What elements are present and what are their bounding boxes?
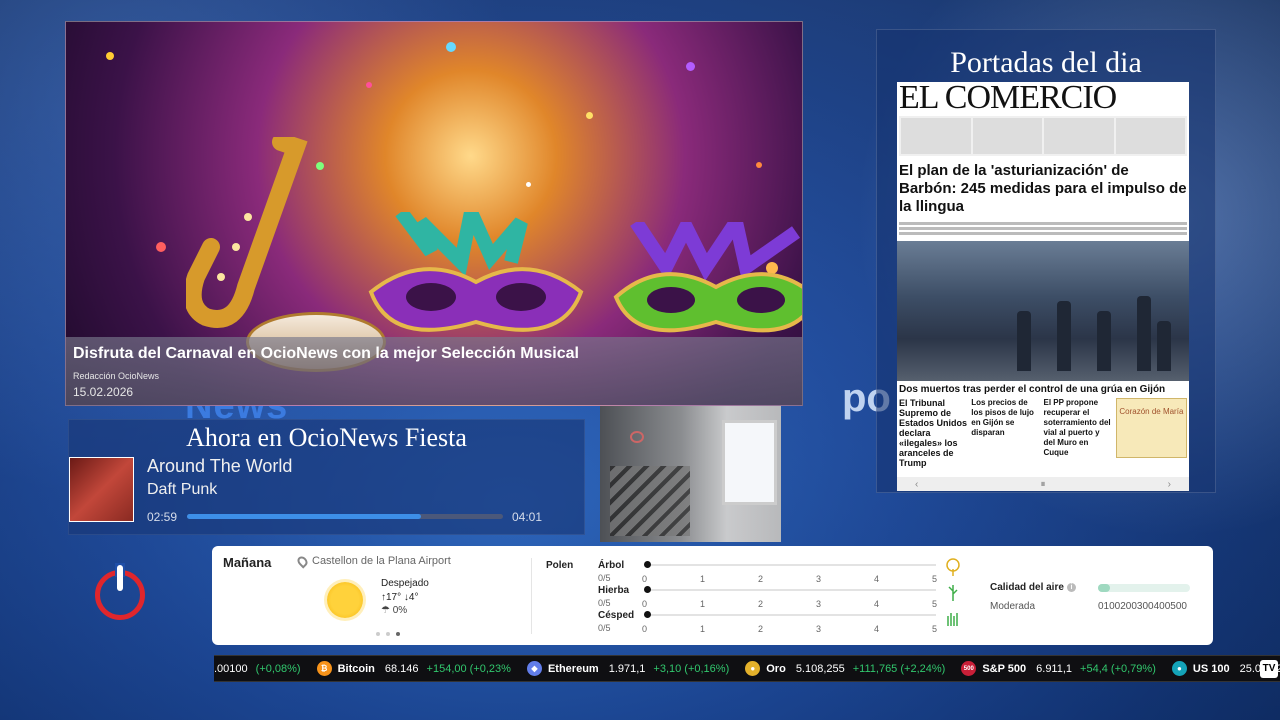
location-pin-icon bbox=[295, 553, 310, 569]
newspaper-nav: ‹ ⏸ › bbox=[897, 477, 1189, 491]
pollen-marker bbox=[644, 611, 651, 618]
newspaper-teasers bbox=[899, 116, 1187, 156]
pollen-label: Polen bbox=[546, 560, 574, 571]
pollen-track bbox=[646, 564, 936, 566]
pollen-value: 0/5 bbox=[598, 623, 611, 633]
track-artist: Daft Punk bbox=[147, 481, 218, 498]
pollen-row-grass: Hierba 0/5 012345 bbox=[598, 585, 958, 609]
newspaper-front-page[interactable]: EL COMERCIO El plan de la 'asturianizaci… bbox=[897, 82, 1189, 491]
now-playing-title: Ahora en OcioNews Fiesta bbox=[186, 423, 467, 452]
album-cover bbox=[69, 457, 134, 522]
hero-caption: Disfruta del Carnaval en OcioNews con la… bbox=[66, 337, 802, 405]
track-name: Around The World bbox=[147, 456, 293, 476]
us100-icon: ● bbox=[1171, 661, 1187, 676]
weather-widget: Mañana Castellon de la Plana Airport Des… bbox=[212, 546, 1213, 645]
pollen-name: Césped bbox=[598, 610, 635, 621]
camera-window bbox=[722, 420, 777, 505]
hero-date: 15.02.2026 bbox=[73, 385, 134, 399]
ticker-item-ethereum[interactable]: ◆ Ethereum 1.971,1 +3,10 (+0,16%) bbox=[526, 661, 729, 676]
tree-pollen-icon bbox=[946, 558, 960, 576]
purple-mask-illustration bbox=[368, 212, 584, 332]
camera-stairs bbox=[610, 466, 690, 536]
newspaper-ad: Corazón de María bbox=[1115, 398, 1187, 458]
newspaper-column-1: El Tribunal Supremo de Estados Unidos de… bbox=[899, 398, 968, 468]
prev-page-button[interactable]: ‹ bbox=[915, 479, 918, 490]
newspaper-columns: El Tribunal Supremo de Estados Unidos de… bbox=[897, 398, 1189, 468]
live-camera-feed[interactable] bbox=[600, 406, 781, 542]
front-pages-panel: Portadas del dia EL COMERCIO El plan de … bbox=[876, 29, 1216, 493]
next-page-button[interactable]: › bbox=[1168, 479, 1171, 490]
saxophone-illustration bbox=[186, 137, 308, 328]
rain-probability: ☂ 0% bbox=[381, 605, 408, 616]
market-ticker: .00100 (+0,08%) ₿ Bitcoin 68.146 +154,00… bbox=[214, 655, 1280, 682]
carousel-dots[interactable] bbox=[376, 632, 400, 636]
air-quality-bar bbox=[1098, 584, 1190, 592]
ticker-item[interactable]: .00100 (+0,08%) bbox=[214, 663, 301, 675]
tradingview-logo-icon[interactable]: TV bbox=[1260, 660, 1278, 678]
pollen-marker bbox=[644, 586, 651, 593]
ticker-item-gold[interactable]: ● Oro 5.108,255 +111,765 (+2,24%) bbox=[745, 661, 945, 676]
newspaper-photo bbox=[897, 241, 1189, 381]
pollen-value: 0/5 bbox=[598, 573, 611, 583]
newspaper-headline: El plan de la 'asturianización' de Barbó… bbox=[899, 162, 1187, 215]
weather-condition: Despejado bbox=[381, 578, 429, 589]
gold-icon: ● bbox=[745, 661, 761, 676]
pollen-row-tree: Árbol 0/5 012345 bbox=[598, 558, 960, 584]
pollen-row-lawn: Césped 0/5 012345 bbox=[598, 610, 958, 634]
ethereum-icon: ◆ bbox=[526, 661, 542, 676]
total-time: 04:01 bbox=[512, 510, 543, 524]
forecast-day: Mañana bbox=[223, 555, 272, 570]
hero-title[interactable]: Disfruta del Carnaval en OcioNews con la… bbox=[73, 345, 795, 363]
newspaper-column-2: Los precios de los pisos de lujo en Gijó… bbox=[971, 398, 1034, 437]
air-quality-label: Calidad del aire i bbox=[990, 582, 1076, 593]
hero-article[interactable]: Disfruta del Carnaval en OcioNews con la… bbox=[65, 21, 803, 406]
now-playing-panel: Ahora en OcioNews Fiesta Around The Worl… bbox=[68, 419, 585, 535]
pollen-track bbox=[646, 614, 936, 616]
pollen-marker bbox=[644, 561, 651, 568]
hero-author: Redacción OcioNews bbox=[73, 371, 160, 381]
newspaper-subheadline: Dos muertos tras perder el control de un… bbox=[899, 384, 1166, 395]
air-quality-fill bbox=[1098, 584, 1110, 592]
ticker-item-sp500[interactable]: 500 S&P 500 6.911,1 +54,4 (+0,79%) bbox=[961, 661, 1156, 676]
pollen-name: Hierba bbox=[598, 585, 630, 596]
air-quality-scale: 0100200300400500 bbox=[1098, 601, 1187, 612]
divider bbox=[531, 558, 532, 634]
progress-fill bbox=[187, 514, 421, 519]
pause-button[interactable]: ⏸ bbox=[1041, 479, 1046, 490]
pollen-name: Árbol bbox=[598, 560, 625, 571]
progress-bar[interactable] bbox=[187, 514, 503, 519]
camera-basketball-hoop bbox=[630, 431, 644, 443]
green-mask-illustration bbox=[613, 222, 802, 333]
location-name: Castellon de la Plana Airport bbox=[312, 555, 451, 567]
air-quality-value: Moderada bbox=[990, 601, 1036, 612]
pollen-track bbox=[646, 589, 936, 591]
sp500-icon: 500 bbox=[961, 661, 977, 676]
sun-icon bbox=[327, 582, 363, 618]
weather-location: Castellon de la Plana Airport bbox=[295, 553, 451, 569]
pollen-value: 0/5 bbox=[598, 598, 611, 608]
bitcoin-icon: ₿ bbox=[316, 661, 332, 676]
newspaper-masthead: EL COMERCIO bbox=[899, 82, 1117, 116]
current-time: 02:59 bbox=[147, 510, 178, 524]
power-icon[interactable] bbox=[95, 563, 145, 620]
front-pages-title: Portadas del dia bbox=[950, 46, 1142, 79]
newspaper-body-text bbox=[897, 218, 1189, 239]
info-icon[interactable]: i bbox=[1066, 582, 1076, 592]
ticker-item-bitcoin[interactable]: ₿ Bitcoin 68.146 +154,00 (+0,23% bbox=[316, 661, 511, 676]
newspaper-column-3: El PP propone recuperar el soterramiento… bbox=[1043, 398, 1111, 457]
grass-pollen-icon bbox=[948, 585, 958, 601]
lawn-pollen-icon bbox=[947, 613, 958, 626]
weather-temps: ↑17° ↓4° bbox=[381, 592, 419, 603]
